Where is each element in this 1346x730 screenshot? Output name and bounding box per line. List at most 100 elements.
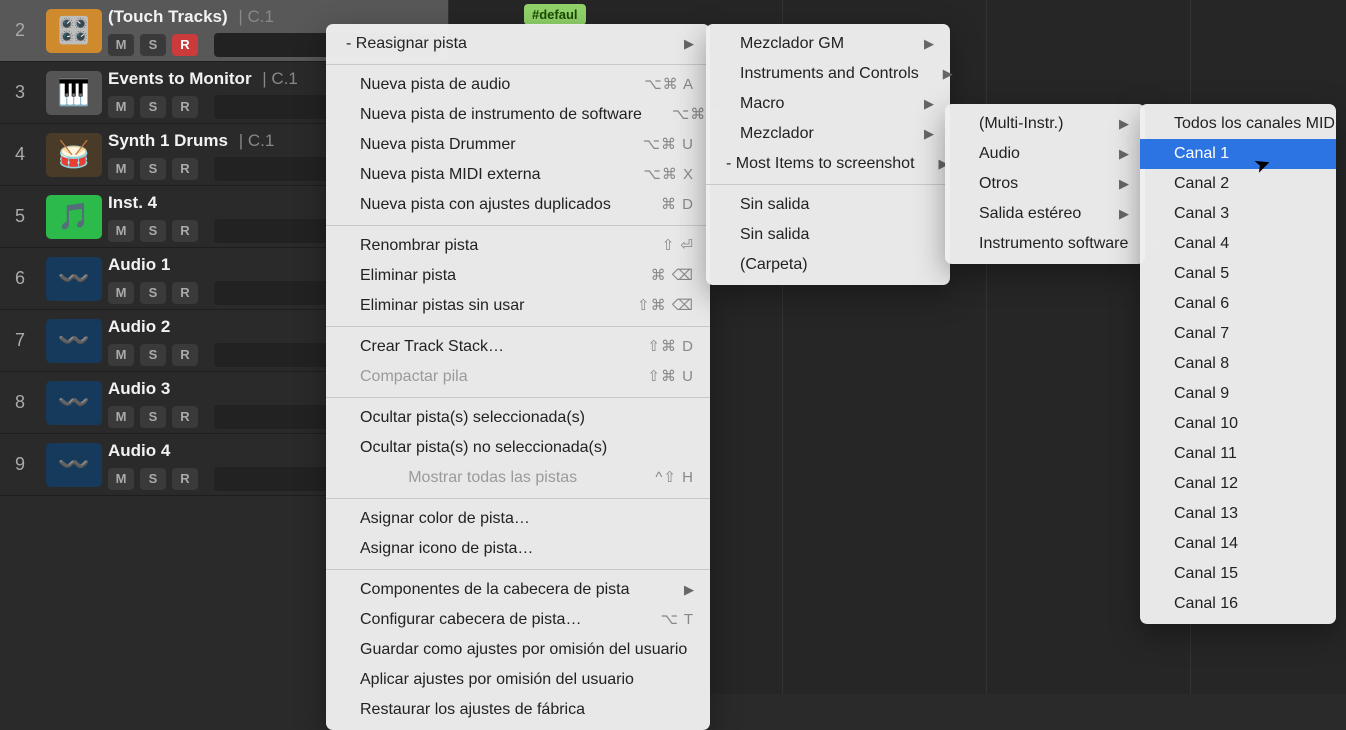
menu-item[interactable]: Eliminar pistas sin usar⇧⌘ ⌫	[326, 291, 710, 321]
menu-item[interactable]: Canal 2	[1140, 169, 1336, 199]
mute-button[interactable]: M	[108, 468, 134, 490]
menu-item[interactable]: Ocultar pista(s) seleccionada(s)	[326, 403, 710, 433]
menu-item[interactable]: (Multi-Instr.)▶	[945, 109, 1145, 139]
menu-item[interactable]: Canal 8	[1140, 349, 1336, 379]
record-button[interactable]: R	[172, 282, 198, 304]
track-channel: | C.1	[258, 69, 298, 88]
menu-item[interactable]: Asignar color de pista…	[326, 504, 710, 534]
track-number: 5	[0, 206, 40, 227]
record-button[interactable]: R	[172, 158, 198, 180]
region-tag[interactable]: #defaul	[524, 4, 586, 25]
menu-item[interactable]: Audio▶	[945, 139, 1145, 169]
menu-item[interactable]: Canal 14	[1140, 529, 1336, 559]
menu-item[interactable]: Guardar como ajustes por omisión del usu…	[326, 635, 710, 665]
menu-item[interactable]: Todos los canales MIDI	[1140, 109, 1336, 139]
menu-item[interactable]: - Most Items to screenshot▶	[706, 149, 950, 179]
menu-item[interactable]: Componentes de la cabecera de pista▶	[326, 575, 710, 605]
record-button[interactable]: R	[172, 468, 198, 490]
chevron-right-icon: ▶	[943, 63, 953, 85]
solo-button[interactable]: S	[140, 220, 166, 242]
menu-item[interactable]: Canal 13	[1140, 499, 1336, 529]
menu-item[interactable]: Nueva pista con ajustes duplicados⌘ D	[326, 190, 710, 220]
chevron-right-icon: ▶	[1119, 173, 1129, 195]
mute-button[interactable]: M	[108, 344, 134, 366]
solo-button[interactable]: S	[140, 282, 166, 304]
record-button[interactable]: R	[172, 406, 198, 428]
track-icon[interactable]: 🎵	[46, 195, 102, 239]
mute-button[interactable]: M	[108, 158, 134, 180]
menu-item: Mostrar todas las pistas^⇧ H	[326, 463, 710, 493]
solo-button[interactable]: S	[140, 468, 166, 490]
menu-item[interactable]: Configurar cabecera de pista…⌥ T	[326, 605, 710, 635]
submenu-midi-channels: Todos los canales MIDICanal 1Canal 2Cana…	[1140, 104, 1336, 624]
menu-item[interactable]: Canal 11	[1140, 439, 1336, 469]
mute-button[interactable]: M	[108, 282, 134, 304]
menu-item[interactable]: Canal 16	[1140, 589, 1336, 619]
solo-button[interactable]: S	[140, 158, 166, 180]
menu-item[interactable]: Canal 7	[1140, 319, 1336, 349]
track-icon[interactable]: 〰️	[46, 319, 102, 363]
menu-item[interactable]: Sin salida	[706, 220, 950, 250]
menu-item[interactable]: Nueva pista Drummer⌥⌘ U	[326, 130, 710, 160]
record-button[interactable]: R	[172, 34, 198, 56]
menu-item[interactable]: Asignar icono de pista…	[326, 534, 710, 564]
menu-item[interactable]: Nueva pista de instrumento de software⌥⌘…	[326, 100, 710, 130]
solo-button[interactable]: S	[140, 96, 166, 118]
menu-item[interactable]: Restaurar los ajustes de fábrica	[326, 695, 710, 725]
menu-item[interactable]: Instruments and Controls▶	[706, 59, 950, 89]
menu-item[interactable]: Nueva pista de audio⌥⌘ A	[326, 70, 710, 100]
chevron-right-icon: ▶	[1119, 113, 1129, 135]
chevron-right-icon: ▶	[684, 33, 694, 55]
track-channel: | C.1	[234, 131, 274, 150]
menu-item[interactable]: Eliminar pista⌘ ⌫	[326, 261, 710, 291]
mute-button[interactable]: M	[108, 406, 134, 428]
track-number: 2	[0, 20, 40, 41]
menu-item: Compactar pila⇧⌘ U	[326, 362, 710, 392]
menu-item[interactable]: Canal 6	[1140, 289, 1336, 319]
track-icon[interactable]: 🎹	[46, 71, 102, 115]
menu-item[interactable]: Canal 10	[1140, 409, 1336, 439]
menu-item[interactable]: Canal 9	[1140, 379, 1336, 409]
solo-button[interactable]: S	[140, 34, 166, 56]
menu-item[interactable]: Canal 5	[1140, 259, 1336, 289]
menu-item[interactable]: Macro▶	[706, 89, 950, 119]
track-icon[interactable]: 🎛️	[46, 9, 102, 53]
menu-item[interactable]: Nueva pista MIDI externa⌥⌘ X	[326, 160, 710, 190]
mute-button[interactable]: M	[108, 34, 134, 56]
mute-button[interactable]: M	[108, 96, 134, 118]
track-icon[interactable]: 〰️	[46, 257, 102, 301]
menu-item[interactable]: (Carpeta)	[706, 250, 950, 280]
track-icon[interactable]: 🥁	[46, 133, 102, 177]
track-icon[interactable]: 〰️	[46, 381, 102, 425]
menu-item[interactable]: Canal 4	[1140, 229, 1336, 259]
menu-item[interactable]: Instrumento software▶	[945, 229, 1145, 259]
record-button[interactable]: R	[172, 344, 198, 366]
menu-item[interactable]: Canal 1	[1140, 139, 1336, 169]
menu-item[interactable]: Crear Track Stack…⇧⌘ D	[326, 332, 710, 362]
solo-button[interactable]: S	[140, 406, 166, 428]
menu-item[interactable]: Mezclador▶	[706, 119, 950, 149]
track-number: 9	[0, 454, 40, 475]
menu-item[interactable]: Ocultar pista(s) no seleccionada(s)	[326, 433, 710, 463]
track-number: 8	[0, 392, 40, 413]
menu-item[interactable]: Canal 15	[1140, 559, 1336, 589]
submenu-items: (Multi-Instr.)▶Audio▶Otros▶Salida estére…	[945, 104, 1145, 264]
menu-item[interactable]: Mezclador GM▶	[706, 29, 950, 59]
chevron-right-icon: ▶	[924, 123, 934, 145]
menu-item[interactable]: Canal 12	[1140, 469, 1336, 499]
menu-item[interactable]: Renombrar pista⇧ ⏎	[326, 231, 710, 261]
solo-button[interactable]: S	[140, 344, 166, 366]
track-icon[interactable]: 〰️	[46, 443, 102, 487]
menu-item[interactable]: Sin salida	[706, 190, 950, 220]
menu-item[interactable]: Otros▶	[945, 169, 1145, 199]
menu-item[interactable]: Aplicar ajustes por omisión del usuario	[326, 665, 710, 695]
track-number: 7	[0, 330, 40, 351]
menu-item[interactable]: Salida estéreo▶	[945, 199, 1145, 229]
record-button[interactable]: R	[172, 96, 198, 118]
mute-button[interactable]: M	[108, 220, 134, 242]
track-channel: | C.1	[234, 7, 274, 26]
chevron-right-icon: ▶	[1119, 203, 1129, 225]
menu-item[interactable]: - Reasignar pista▶	[326, 29, 710, 59]
record-button[interactable]: R	[172, 220, 198, 242]
menu-item[interactable]: Canal 3	[1140, 199, 1336, 229]
